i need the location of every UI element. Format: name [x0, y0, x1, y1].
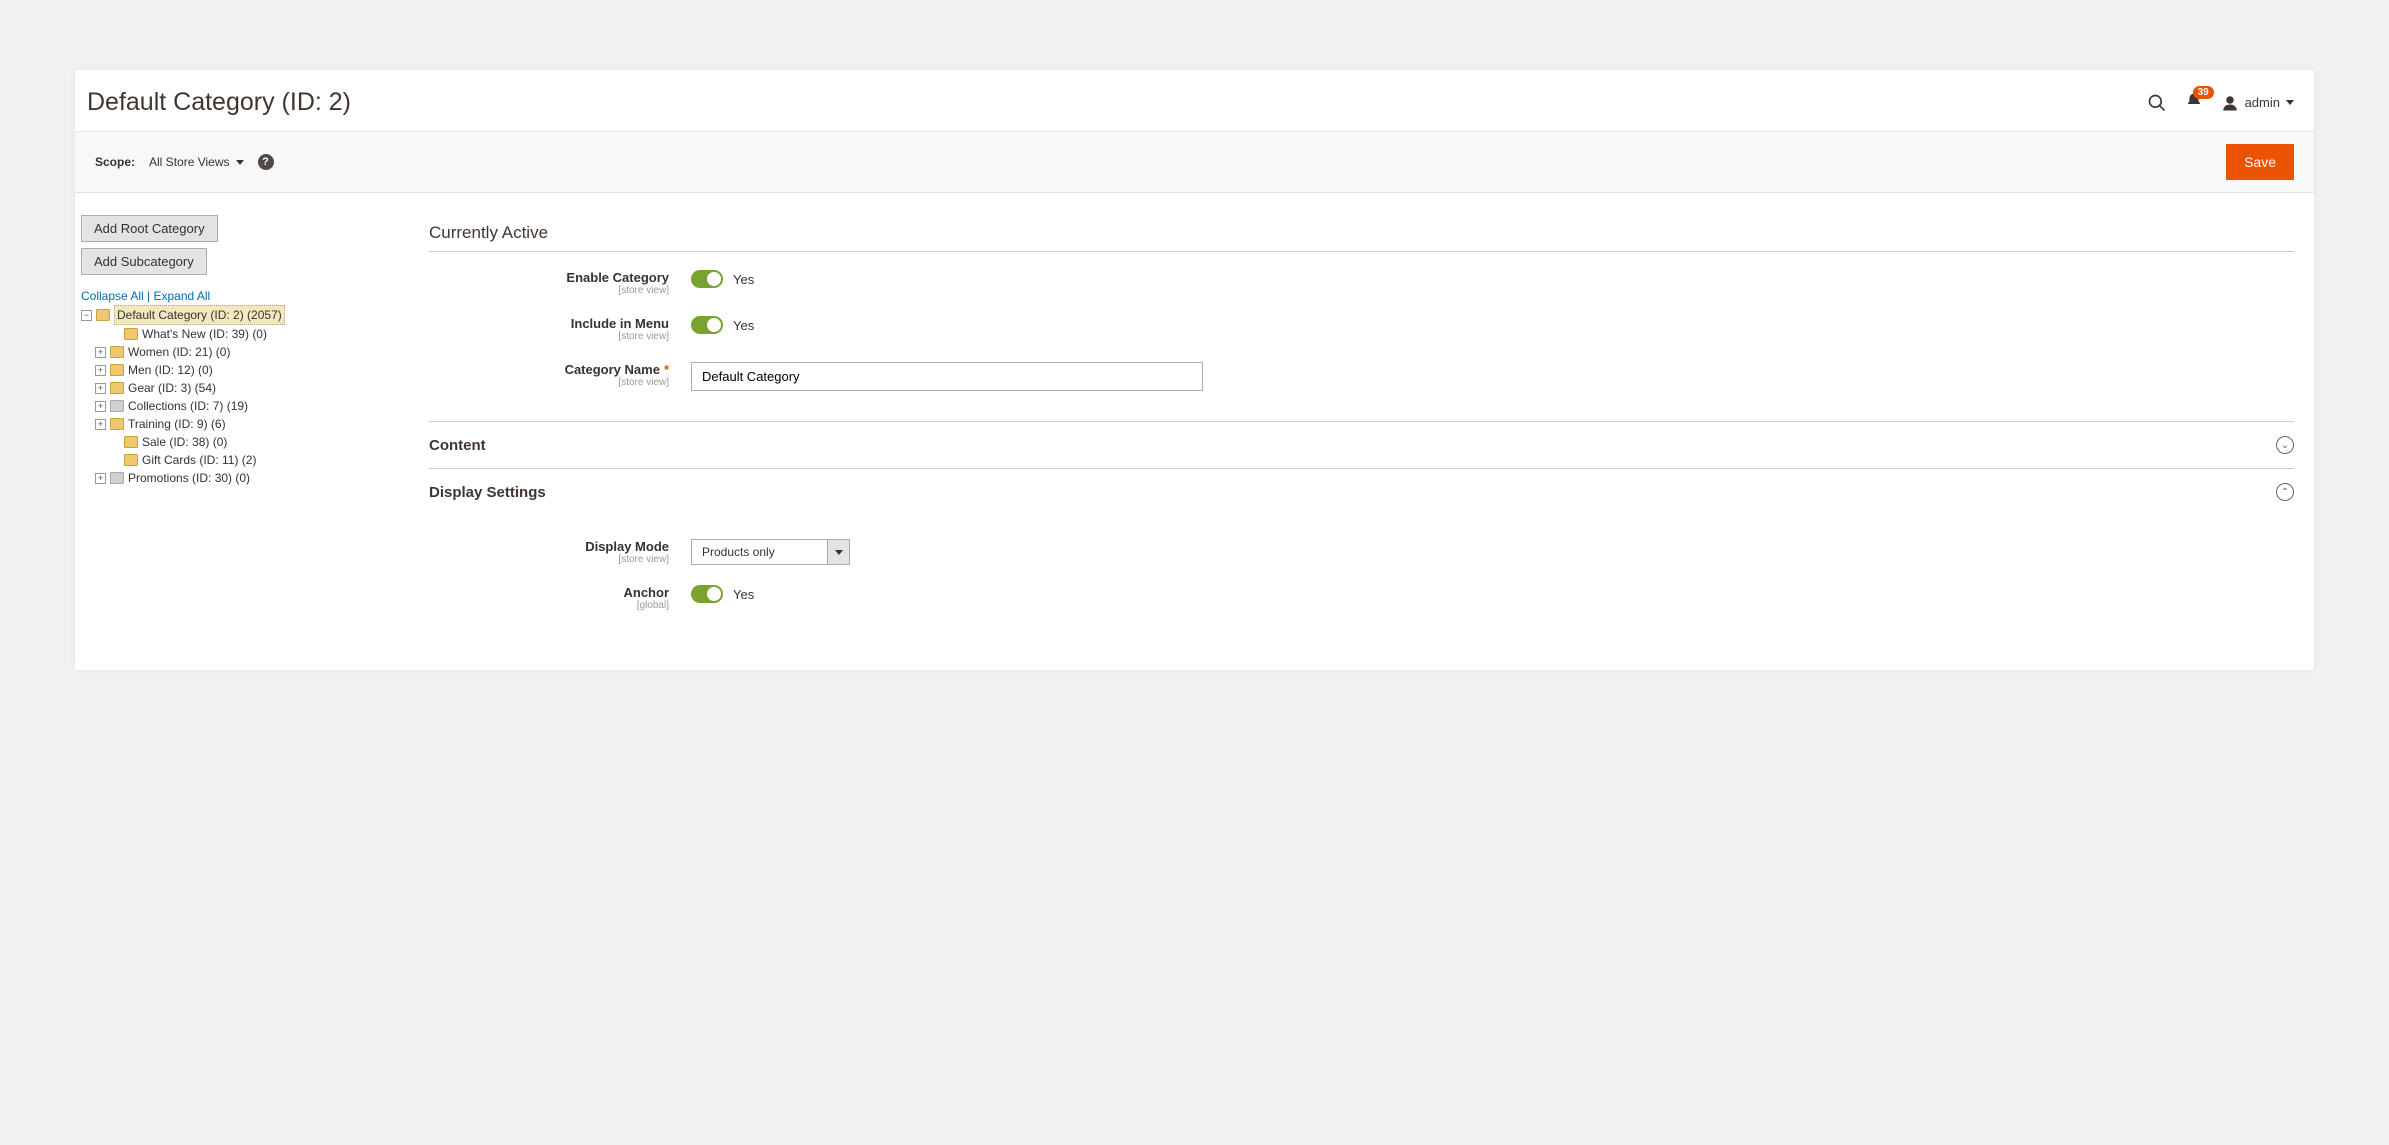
- expander-icon[interactable]: +: [95, 419, 106, 430]
- field-label: Anchor: [429, 585, 669, 600]
- collapse-all-link[interactable]: Collapse All: [81, 289, 144, 303]
- field-label: Display Mode: [429, 539, 669, 554]
- enable-category-toggle[interactable]: [691, 270, 723, 288]
- user-name: admin: [2245, 95, 2280, 110]
- expander-icon[interactable]: +: [95, 401, 106, 412]
- chevron-down-icon: ⌄: [2276, 436, 2294, 454]
- field-hint: [store view]: [429, 285, 669, 296]
- folder-icon: [124, 436, 138, 448]
- scope-bar: Scope: All Store Views ? Save: [75, 131, 2314, 193]
- add-subcategory-button[interactable]: Add Subcategory: [81, 248, 207, 275]
- divider: [429, 251, 2294, 252]
- folder-icon: [96, 309, 110, 321]
- section-currently-active: Currently Active: [429, 223, 2294, 243]
- category-name-input[interactable]: [691, 362, 1203, 391]
- tree-node-training[interactable]: Training (ID: 9) (6): [128, 415, 226, 433]
- expander-icon[interactable]: +: [95, 347, 106, 358]
- scope-label: Scope:: [95, 155, 135, 169]
- caret-down-icon: [236, 160, 244, 165]
- form-main: Currently Active Enable Category [store …: [429, 215, 2310, 631]
- chevron-up-icon: ⌃: [2276, 483, 2294, 501]
- field-label: Enable Category: [429, 270, 669, 285]
- folder-icon: [110, 472, 124, 484]
- tree-node-men[interactable]: Men (ID: 12) (0): [128, 361, 213, 379]
- help-icon[interactable]: ?: [258, 154, 274, 170]
- tree-node-gear[interactable]: Gear (ID: 3) (54): [128, 379, 216, 397]
- anchor-toggle[interactable]: [691, 585, 723, 603]
- header-tools: 39 admin: [2147, 92, 2294, 113]
- field-enable-category: Enable Category [store view] Yes: [429, 270, 2294, 296]
- expander-icon[interactable]: −: [81, 310, 92, 321]
- field-anchor: Anchor [global] Yes: [429, 585, 2294, 611]
- tree-node-promotions[interactable]: Promotions (ID: 30) (0): [128, 469, 250, 487]
- field-display-mode: Display Mode [store view] Products only: [429, 539, 2294, 565]
- folder-icon: [110, 382, 124, 394]
- tree-node-sale[interactable]: Sale (ID: 38) (0): [142, 433, 227, 451]
- field-label: Category Name: [565, 362, 660, 377]
- field-label: Include in Menu: [429, 316, 669, 331]
- include-menu-toggle[interactable]: [691, 316, 723, 334]
- page-header: Default Category (ID: 2) 39 admin: [75, 70, 2314, 131]
- user-menu[interactable]: admin: [2221, 94, 2294, 112]
- expand-all-link[interactable]: Expand All: [154, 289, 211, 303]
- tree-actions: Collapse All | Expand All: [81, 289, 409, 303]
- tree-node-collections[interactable]: Collections (ID: 7) (19): [128, 397, 248, 415]
- toggle-value: Yes: [733, 587, 754, 602]
- display-mode-select[interactable]: Products only: [691, 539, 850, 565]
- search-icon[interactable]: [2147, 93, 2167, 113]
- folder-icon: [110, 364, 124, 376]
- field-include-menu: Include in Menu [store view] Yes: [429, 316, 2294, 342]
- folder-icon: [110, 418, 124, 430]
- tree-node-women[interactable]: Women (ID: 21) (0): [128, 343, 230, 361]
- add-root-category-button[interactable]: Add Root Category: [81, 215, 218, 242]
- expander-icon[interactable]: +: [95, 365, 106, 376]
- scope-select[interactable]: All Store Views: [149, 155, 243, 169]
- category-tree: − Default Category (ID: 2) (2057) What's…: [81, 305, 409, 487]
- folder-icon: [124, 454, 138, 466]
- section-title: Display Settings: [429, 484, 546, 501]
- field-hint: [store view]: [429, 331, 669, 342]
- notifications-button[interactable]: 39: [2185, 92, 2203, 113]
- field-hint: [store view]: [429, 377, 669, 388]
- save-button[interactable]: Save: [2226, 144, 2294, 180]
- expander-icon[interactable]: +: [95, 383, 106, 394]
- field-hint: [global]: [429, 600, 669, 611]
- caret-down-icon: [2286, 100, 2294, 105]
- main-panel: Default Category (ID: 2) 39 admin Scope:…: [75, 70, 2314, 670]
- folder-icon: [110, 400, 124, 412]
- required-indicator: *: [664, 362, 669, 377]
- field-category-name: Category Name * [store view]: [429, 362, 2294, 391]
- expander-icon[interactable]: +: [95, 473, 106, 484]
- category-sidebar: Add Root Category Add Subcategory Collap…: [79, 215, 409, 631]
- section-display-toggle[interactable]: Display Settings ⌃: [429, 468, 2294, 515]
- section-content-toggle[interactable]: Content ⌄: [429, 421, 2294, 468]
- field-hint: [store view]: [429, 554, 669, 565]
- section-title: Content: [429, 437, 486, 454]
- caret-down-icon: [827, 540, 849, 564]
- page-title: Default Category (ID: 2): [87, 88, 351, 117]
- folder-icon: [110, 346, 124, 358]
- tree-node-whats-new[interactable]: What's New (ID: 39) (0): [142, 325, 267, 343]
- tree-node-gift-cards[interactable]: Gift Cards (ID: 11) (2): [142, 451, 256, 469]
- tree-node-default-category[interactable]: Default Category (ID: 2) (2057): [114, 305, 285, 325]
- toggle-value: Yes: [733, 272, 754, 287]
- toggle-value: Yes: [733, 318, 754, 333]
- folder-icon: [124, 328, 138, 340]
- select-value: Products only: [692, 540, 827, 564]
- notification-badge: 39: [2193, 86, 2214, 99]
